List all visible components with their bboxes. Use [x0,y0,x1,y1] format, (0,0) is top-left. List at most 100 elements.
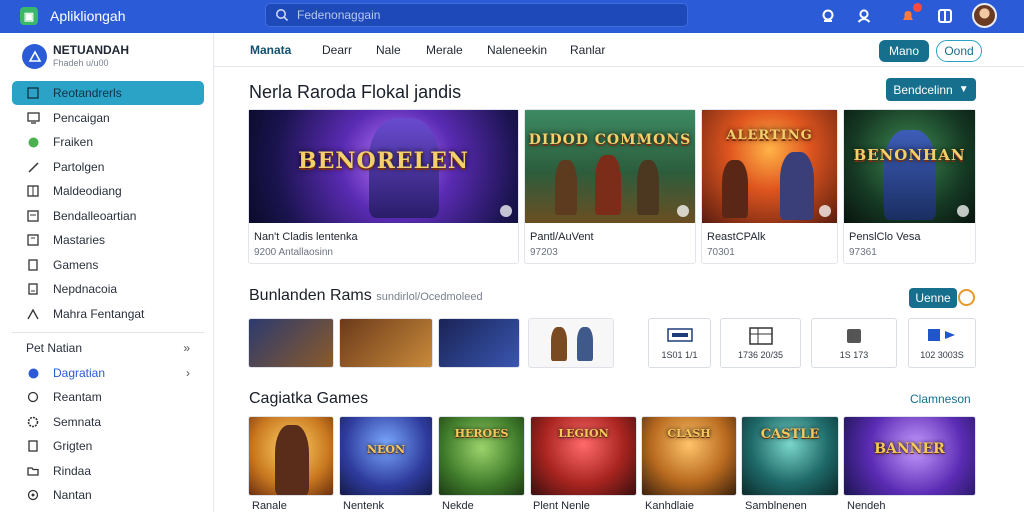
card-title: PenslClo Vesa [849,231,921,243]
grid-item-label: Plent Nenle [533,500,590,512]
grid-item-label: Kanhdlaie [645,500,694,512]
sidebar-item-label: Reotandrerls [53,86,122,100]
search-input[interactable]: Fedenonaggain [265,3,688,27]
puzzle-icon [847,329,861,343]
game-thumbnail[interactable]: CASTLE [741,416,839,496]
grid-icon [26,184,40,198]
game-thumbnail[interactable] [528,318,614,368]
sidebar-item-5[interactable]: Bendalleoartian [12,204,204,228]
chart-icon [666,328,693,342]
game-thumbnail[interactable] [248,318,334,368]
featured-card[interactable]: BENONHAN PenslClo Vesa 97361 [843,109,976,264]
avatar[interactable] [972,3,997,28]
card-title: ReastCPAlk [707,231,766,243]
circle-icon [26,390,40,404]
sidebar-item-grigten[interactable]: Grigten [12,434,204,458]
sidebar-item-6[interactable]: Mastaries [12,228,204,252]
grid-section-title: Cagiatka Games [249,390,369,407]
sidebar-item-rindaa[interactable]: Rindaa [12,459,204,483]
table-icon [748,327,773,345]
list-icon [26,86,40,100]
game-thumbnail[interactable]: LEGION [530,416,637,496]
game-thumbnail[interactable] [339,318,433,368]
stat-tile[interactable]: 1736 20/35 [720,318,801,368]
sidebar-item-label: Dagratian [53,366,106,380]
game-thumbnail[interactable]: HEROES [438,416,525,496]
location-icon[interactable] [818,6,838,26]
sidebar-item-3[interactable]: Partolgen [12,155,204,179]
sidebar-item-1[interactable]: Pencaigan [12,106,204,130]
tab-5[interactable]: Ranlar [570,43,605,57]
settings-icon [26,488,40,502]
sidebar-item-label: Nepdnacoia [53,282,118,296]
notification-bell-icon[interactable] [898,3,922,26]
gear-icon [26,415,40,429]
featured-section-title: Nerla Raroda Flokal jandis [249,82,462,102]
badge-icon [957,205,969,217]
grid-item-label: Nentenk [343,500,384,512]
grid-item-label: Nekde [442,500,474,512]
chevron-down-icon: ▼ [958,84,969,95]
card-title: Pantl/AuVent [530,231,594,243]
game-thumbnail[interactable]: CLASH [641,416,737,496]
sidebar-item-semnata[interactable]: Semnata [12,410,204,434]
sidebar-item-label: Reantam [53,390,102,404]
stat-tile-label: 102 3003S [920,350,964,360]
game-thumbnail[interactable]: BANNER [843,416,976,496]
grid-item-label: Samblnenen [745,500,807,512]
see-all-link[interactable]: Clamneson [910,392,971,406]
card-subtitle: 97203 [530,247,558,258]
folder-icon [26,464,40,478]
layout-icon[interactable] [935,6,955,26]
card-subtitle: 9200 Antallaosinn [254,247,333,258]
sidebar: NETUANDAH Fhadeh u/u00 Reotandrerls Penc… [0,33,214,512]
sidebar-item-0[interactable]: Reotandrerls [12,81,204,105]
recommended-title-text: Bunlanden Rams [249,287,372,304]
stat-tile-label: 1S 173 [839,350,869,360]
sidebar-item-dagratian[interactable]: Dagratian › [12,361,204,385]
app-title: Aplikliongah [50,8,126,24]
sidebar-item-nantan[interactable]: Nantan [12,483,204,507]
sidebar-item-pet-natian[interactable]: Pet Natian » [12,336,204,360]
sidebar-item-label: Nantan [53,488,92,502]
recommended-section-title: Bunlanden Rams sundirlol/Ocedmoleed [249,287,483,305]
game-thumbnail[interactable] [438,318,520,368]
refresh-icon[interactable] [958,289,975,306]
featured-card[interactable]: BENORELEN Nan't Cladis lentenka 9200 Ant… [248,109,519,264]
tab-2[interactable]: Nale [376,43,401,57]
sidebar-item-9[interactable]: Mahra Fentangat [12,302,204,326]
recommended-subtitle: sundirlol/Ocedmoleed [376,291,483,303]
recommended-more-button[interactable]: Uenne [909,288,957,308]
sidebar-item-label: Rindaa [53,464,92,478]
sidebar-item-label: Maldeodiang [53,184,122,198]
sidebar-item-8[interactable]: Nepdnacoia [12,277,204,301]
sidebar-item-2[interactable]: Fraiken [12,130,204,154]
tab-4[interactable]: Naleneekin [487,43,547,57]
sidebar-item-4[interactable]: Maldeodiang [12,179,204,203]
book-icon [26,233,40,247]
badge-icon [819,205,831,217]
user-icon[interactable] [854,6,874,26]
featured-card[interactable]: DIDOD COMMONS Pantl/AuVent 97203 [524,109,696,264]
tab-3[interactable]: Merale [426,43,463,57]
featured-card[interactable]: ALERTING ReastCPAlk 70301 [701,109,838,264]
sidebar-item-label: Bendalleoartian [53,209,137,223]
tab-1[interactable]: Dearr [322,43,352,57]
game-thumbnail[interactable] [248,416,334,496]
outline-button[interactable]: Oond [936,40,982,62]
stat-tile[interactable]: 102 3003S [908,318,976,368]
sidebar-item-label: Gamens [53,258,99,272]
stat-tile[interactable]: 1S01 1/1 [648,318,711,368]
tab-0[interactable]: Manata [250,43,291,57]
dropdown-label: Bendcelinn [893,82,953,97]
app-logo-icon[interactable]: ▣ [20,7,38,25]
featured-dropdown-button[interactable]: Bendcelinn ▼ [886,78,976,101]
sidebar-item-reantam[interactable]: Reantam [12,385,204,409]
share-icon [928,329,955,341]
primary-button[interactable]: Mano [879,40,929,62]
stat-tile-label: 1736 20/35 [737,350,784,360]
game-thumbnail[interactable]: NEON [339,416,433,496]
sidebar-item-7[interactable]: Gamens [12,253,204,277]
chevron-right-icon: › [186,366,190,380]
stat-tile[interactable]: 1S 173 [811,318,897,368]
